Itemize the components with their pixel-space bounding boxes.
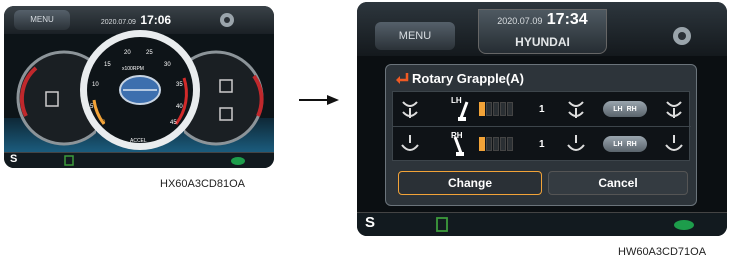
arrow-right-icon (299, 95, 339, 105)
toggle-rh: RH (626, 105, 637, 113)
toggle-lh: LH (613, 140, 623, 148)
fuel-indicator-icon (64, 155, 74, 166)
right-menu-button[interactable]: MENU (375, 22, 455, 50)
left-screen: MENU 2020.07.09 17:06 x100RPM ACCEL 5 10… (4, 6, 274, 168)
toggle-lh: LH (613, 105, 623, 113)
lever-rh-icon (453, 136, 464, 156)
tick-label: 20 (124, 50, 131, 56)
tick-label: 45 (170, 120, 177, 126)
grapple-closed-icon (665, 135, 683, 151)
level-value-lh: 1 (539, 104, 545, 115)
tick-label: 15 (104, 62, 111, 68)
tick-label: 0 (102, 120, 106, 126)
dialog-title: Rotary Grapple(A) (412, 71, 524, 86)
fuel-indicator-icon (436, 217, 448, 232)
level-bar-rh (479, 137, 514, 156)
left-caption: HX60A3CD81OA (160, 178, 245, 190)
right-time: 17:34 (546, 11, 588, 28)
tick-label: 35 (176, 82, 183, 88)
grapple-settings-area: LH 1 LH RH RH 1 LH RH (392, 91, 691, 161)
brand-label: HYUNDAI (515, 35, 570, 49)
right-screen: MENU 2020.07.09 17:34 HYUNDAI Rotary Gra… (357, 2, 727, 236)
tick-label: 30 (164, 62, 171, 68)
level-value-rh: 1 (539, 139, 545, 150)
change-button[interactable]: Change (398, 171, 542, 195)
turtle-icon (674, 220, 694, 230)
rpm-gauge (80, 30, 200, 150)
turtle-icon (231, 157, 245, 165)
gear-icon[interactable] (670, 24, 694, 48)
toggle-rh: RH (626, 140, 637, 148)
tick-label: 5 (90, 104, 94, 110)
grapple-open-icon (402, 101, 418, 118)
right-status-bar (357, 212, 727, 236)
left-date: 2020.07.09 (100, 19, 136, 26)
cancel-button[interactable]: Cancel (548, 171, 688, 195)
right-date: 2020.07.09 (497, 16, 543, 26)
accel-label: ACCEL (130, 138, 147, 144)
lever-lh-icon (458, 101, 469, 121)
right-caption: HW60A3CD71OA (618, 246, 707, 258)
right-status-letter: S (365, 214, 376, 231)
tick-label: 40 (176, 104, 183, 110)
rpm-unit: x100RPM (122, 66, 144, 72)
lh-rh-toggle[interactable]: LH RH (603, 136, 647, 152)
grapple-down-icon (401, 135, 419, 151)
gear-icon[interactable] (218, 11, 236, 29)
grapple-close-icon (666, 101, 682, 118)
tick-label: 25 (146, 50, 153, 56)
rotary-grapple-dialog: Rotary Grapple(A) LH 1 LH RH RH 1 LH RH … (385, 64, 697, 206)
grapple-rotate-icon (568, 101, 584, 118)
return-arrow-icon (396, 73, 409, 84)
tick-label: 10 (92, 82, 99, 88)
lh-rh-toggle[interactable]: LH RH (603, 101, 647, 117)
level-bar-lh (479, 102, 514, 121)
grapple-rotate-down-icon (567, 135, 585, 151)
right-datetime: 2020.07.09 17:34 (478, 11, 607, 29)
left-time: 17:06 (140, 13, 172, 27)
left-status-letter: S (10, 153, 18, 165)
left-menu-button[interactable]: MENU (14, 10, 70, 30)
